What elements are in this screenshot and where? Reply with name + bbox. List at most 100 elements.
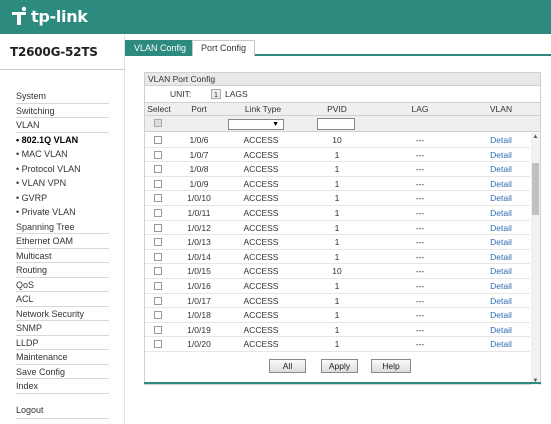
link-type-cell: ACCESS xyxy=(243,208,279,218)
sidebar-item[interactable]: LLDP xyxy=(16,336,109,350)
link-type-cell: ACCESS xyxy=(243,149,279,160)
table-row: 1/0/12 ACCESS 1 --- Detail xyxy=(145,221,530,236)
vlan-detail-link[interactable]: Detail xyxy=(484,162,518,176)
sidebar-item[interactable]: • Private VLAN xyxy=(16,205,109,220)
vlan-detail-link[interactable]: Detail xyxy=(484,250,518,264)
brand-name: tp-link xyxy=(31,6,88,26)
filter-row: ▼ xyxy=(145,116,540,132)
pvid-cell: 10 xyxy=(332,135,342,145)
vlan-detail-link[interactable]: Detail xyxy=(484,294,518,308)
row-select-checkbox[interactable] xyxy=(154,340,162,349)
sidebar-item[interactable]: • GVRP xyxy=(16,191,109,206)
vlan-detail-link[interactable]: Detail xyxy=(484,191,518,205)
model-name: T2600G-52TS xyxy=(10,45,98,59)
table-header: Select Port Link Type PVID LAG VLAN xyxy=(145,102,540,116)
link-type-cell: ACCESS xyxy=(243,193,279,204)
lag-cell: --- xyxy=(415,208,425,218)
sidebar-item[interactable]: System xyxy=(16,89,109,104)
select-all-checkbox[interactable] xyxy=(154,119,162,127)
table-row: 1/0/6 ACCESS 10 --- Detail xyxy=(145,133,530,148)
sidebar-item[interactable]: Ethernet OAM xyxy=(16,234,109,249)
sidebar-item[interactable]: Index xyxy=(16,379,109,394)
port-cell: 1/0/7 xyxy=(189,149,209,160)
vlan-detail-link[interactable]: Detail xyxy=(484,279,518,293)
tab-vlan-config[interactable]: VLAN Config xyxy=(125,40,196,56)
sidebar-item[interactable]: Multicast xyxy=(16,249,109,263)
vlan-detail-link[interactable]: Detail xyxy=(484,133,518,147)
pvid-cell: 1 xyxy=(334,237,340,248)
sidebar-item[interactable]: • 802.1Q VLAN xyxy=(16,133,109,148)
row-select-checkbox[interactable] xyxy=(154,238,162,247)
vlan-detail-link[interactable]: Detail xyxy=(484,337,518,351)
vlan-detail-link[interactable]: Detail xyxy=(484,206,518,220)
apply-button[interactable]: Apply xyxy=(321,359,358,373)
lag-cell: --- xyxy=(415,266,425,277)
column-header-link-type: Link Type xyxy=(244,104,282,114)
vlan-detail-link[interactable]: Detail xyxy=(484,308,518,322)
vlan-detail-link[interactable]: Detail xyxy=(484,323,518,337)
sidebar-menu: System Switching VLAN • 802.1Q VLAN • MAC VL… xyxy=(16,89,109,394)
sidebar-item[interactable]: Save Config xyxy=(16,365,109,379)
sidebar-item[interactable]: • VLAN VPN xyxy=(16,176,109,191)
row-select-checkbox[interactable] xyxy=(154,150,162,159)
main-content: VLAN Config Port Config VLAN Port Config… xyxy=(125,34,551,424)
port-cell: 1/0/9 xyxy=(189,178,209,189)
scroll-up-arrow-icon[interactable]: ▲ xyxy=(531,133,540,141)
sidebar-item[interactable]: Switching xyxy=(16,104,109,118)
panel-title: VLAN Port Config xyxy=(145,73,540,86)
row-select-checkbox[interactable] xyxy=(154,325,162,334)
lags-link[interactable]: LAGS xyxy=(225,87,248,101)
row-select-checkbox[interactable] xyxy=(154,194,162,203)
sidebar-item[interactable]: VLAN xyxy=(16,118,109,133)
sidebar-item[interactable]: • MAC VLAN xyxy=(16,147,109,162)
row-select-checkbox[interactable] xyxy=(154,179,162,188)
tab-port-config[interactable]: Port Config xyxy=(192,40,256,56)
vlan-detail-link[interactable]: Detail xyxy=(484,148,518,162)
sidebar-item[interactable]: Routing xyxy=(16,263,109,278)
sidebar-item[interactable]: ACL xyxy=(16,292,109,307)
table-row: 1/0/18 ACCESS 1 --- Detail xyxy=(145,308,530,323)
sidebar-item[interactable]: Network Security xyxy=(16,307,109,321)
link-type-select[interactable]: ▼ xyxy=(228,119,284,130)
port-cell: 1/0/14 xyxy=(187,251,211,262)
row-select-checkbox[interactable] xyxy=(154,165,162,174)
help-button[interactable]: Help xyxy=(371,359,411,373)
column-header-port: Port xyxy=(191,104,207,114)
pvid-cell: 1 xyxy=(334,164,340,175)
lag-cell: --- xyxy=(415,164,425,175)
sidebar-item[interactable]: SNMP xyxy=(16,321,109,336)
table-row: 1/0/9 ACCESS 1 --- Detail xyxy=(145,177,530,192)
tp-link-logo-icon xyxy=(12,6,27,25)
sidebar: T2600G-52TS System Switching VLAN • 802.1Q … xyxy=(0,34,125,424)
sidebar-item[interactable]: • Protocol VLAN xyxy=(16,162,109,177)
row-select-checkbox[interactable] xyxy=(154,252,162,261)
table-scrollbar[interactable]: ▲ ▼ xyxy=(531,133,540,385)
sidebar-item[interactable]: Maintenance xyxy=(16,350,109,365)
link-type-cell: ACCESS xyxy=(243,310,279,321)
vlan-detail-link[interactable]: Detail xyxy=(484,221,518,235)
vlan-detail-link[interactable]: Detail xyxy=(484,177,518,191)
row-select-checkbox[interactable] xyxy=(154,136,162,144)
link-type-cell: ACCESS xyxy=(243,295,279,306)
action-buttons: All Apply Help xyxy=(125,359,551,375)
pvid-input[interactable] xyxy=(317,118,355,130)
sidebar-item[interactable]: QoS xyxy=(16,278,109,292)
vlan-detail-link[interactable]: Detail xyxy=(484,264,518,278)
unit-1-button[interactable]: 1 xyxy=(211,89,221,99)
row-select-checkbox[interactable] xyxy=(154,209,162,217)
row-select-checkbox[interactable] xyxy=(154,311,162,320)
table-row: 1/0/15 ACCESS 10 --- Detail xyxy=(145,264,530,279)
all-button[interactable]: All xyxy=(269,359,306,373)
port-cell: 1/0/8 xyxy=(189,164,209,175)
logout-link[interactable]: Logout xyxy=(16,405,44,415)
row-select-checkbox[interactable] xyxy=(154,223,162,232)
table-row: 1/0/20 ACCESS 1 --- Detail xyxy=(145,337,530,352)
row-select-checkbox[interactable] xyxy=(154,296,162,305)
row-select-checkbox[interactable] xyxy=(154,282,162,290)
sidebar-item[interactable]: Spanning Tree xyxy=(16,220,109,234)
row-select-checkbox[interactable] xyxy=(154,267,162,276)
vlan-detail-link[interactable]: Detail xyxy=(484,235,518,249)
scroll-thumb[interactable] xyxy=(532,163,539,215)
table-row: 1/0/16 ACCESS 1 --- Detail xyxy=(145,279,530,294)
link-type-cell: ACCESS xyxy=(243,339,279,350)
